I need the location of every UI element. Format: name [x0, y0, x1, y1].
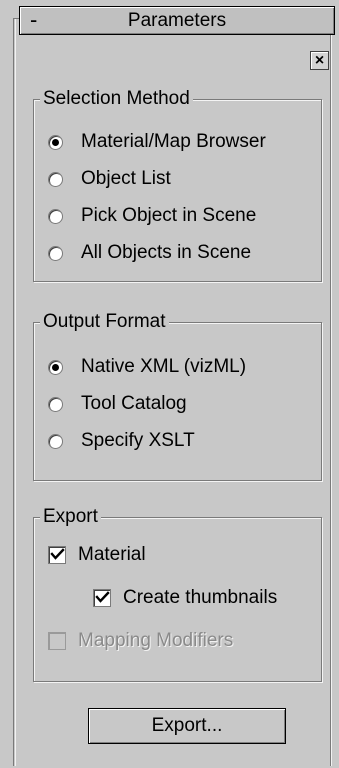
checkbox-label: Create thumbnails — [123, 587, 278, 608]
close-icon-glyph: × — [314, 51, 325, 69]
selection-method-group: Selection Method Material/Map Browser Ob… — [33, 87, 322, 282]
output-format-title: Output Format — [40, 310, 169, 334]
radio-all-objects-in-scene[interactable]: All Objects in Scene — [48, 241, 251, 265]
checkbox-checked[interactable] — [93, 589, 111, 607]
checkbox-checked[interactable] — [48, 546, 66, 564]
checkbox-label-disabled: Mapping Modifiers — [78, 630, 234, 651]
output-format-group: Output Format Native XML (vizML) Tool Ca… — [33, 310, 322, 481]
radio-material-map-browser[interactable]: Material/Map Browser — [48, 130, 266, 154]
export-group: Export Material Create thumbnails Mappin… — [33, 505, 322, 682]
checkbox-mapping-modifiers: Mapping Modifiers — [48, 629, 233, 653]
radio-button[interactable] — [48, 208, 63, 224]
checkmark-icon — [50, 548, 65, 560]
radio-button[interactable] — [48, 171, 63, 187]
radio-button[interactable] — [48, 433, 63, 449]
radio-native-xml[interactable]: Native XML (vizML) — [48, 355, 246, 379]
parameters-panel: - Parameters × Selection Method Material… — [0, 0, 339, 768]
radio-label: Native XML (vizML) — [81, 356, 247, 377]
rollout-title: Parameters — [127, 10, 227, 31]
export-button[interactable]: Export... — [88, 708, 286, 744]
checkbox-material[interactable]: Material — [48, 543, 146, 567]
checkmark-icon — [95, 591, 110, 603]
radio-label: Specify XSLT — [81, 430, 195, 451]
parameters-rollout-header[interactable]: - Parameters — [19, 6, 335, 35]
radio-label: Pick Object in Scene — [81, 205, 257, 226]
checkbox-create-thumbnails[interactable]: Create thumbnails — [93, 586, 277, 610]
radio-button-checked[interactable] — [48, 359, 63, 375]
selection-method-title: Selection Method — [40, 87, 193, 111]
radio-label: All Objects in Scene — [81, 242, 252, 263]
radio-button-checked[interactable] — [48, 134, 63, 150]
radio-label: Tool Catalog — [81, 393, 187, 414]
radio-label: Material/Map Browser — [81, 131, 266, 152]
radio-specify-xslt[interactable]: Specify XSLT — [48, 429, 195, 453]
export-group-title: Export — [40, 505, 101, 529]
close-icon[interactable]: × — [310, 51, 329, 70]
radio-pick-object-in-scene[interactable]: Pick Object in Scene — [48, 204, 256, 228]
checkbox-disabled — [48, 632, 66, 650]
radio-button[interactable] — [48, 245, 63, 261]
radio-tool-catalog[interactable]: Tool Catalog — [48, 392, 187, 416]
radio-button[interactable] — [48, 396, 63, 412]
checkbox-label: Material — [78, 544, 146, 565]
radio-object-list[interactable]: Object List — [48, 167, 171, 191]
radio-label: Object List — [81, 168, 171, 189]
